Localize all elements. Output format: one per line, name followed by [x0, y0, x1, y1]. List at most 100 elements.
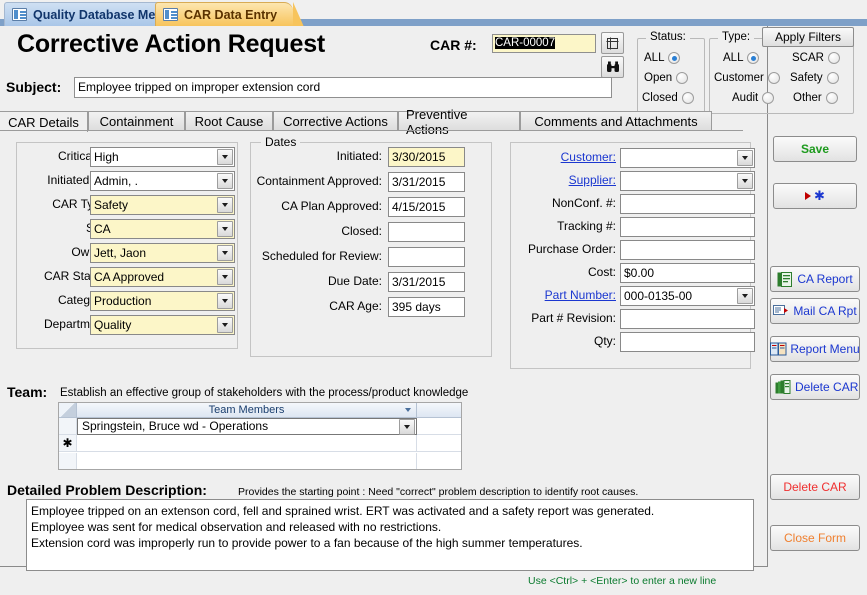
status-radio-open[interactable]: Open — [644, 72, 689, 84]
team-label: Team: — [7, 384, 48, 400]
tab-label: Root Cause — [194, 114, 264, 129]
report-menu-button[interactable]: Delete CAR — [770, 374, 860, 400]
category-combo[interactable]: Production — [90, 291, 235, 311]
type-radio-all[interactable]: ALL — [723, 52, 760, 64]
criticality-combo[interactable]: High — [90, 147, 235, 167]
type-radio-scar-label: SCAR — [792, 52, 824, 64]
ca-plan-approved-input[interactable]: 4/15/2015 — [388, 197, 465, 217]
team-members-column-header[interactable]: Team Members — [77, 403, 417, 417]
team-hint: Establish an effective group of stakehol… — [60, 387, 469, 399]
row-marker — [59, 452, 77, 469]
form-body: Corrective Action Request CAR #: CAR-000… — [0, 26, 867, 595]
table-row-new[interactable]: ✱ — [59, 435, 461, 452]
tracking-number-input[interactable] — [620, 217, 755, 237]
tab-comments-and-attachments[interactable]: Comments and Attachments — [520, 111, 712, 131]
team-member-combo[interactable]: Springstein, Bruce wd - Operations — [77, 417, 417, 435]
delete-car-button[interactable]: Delete CAR — [770, 474, 860, 500]
purchase-order-input[interactable] — [620, 240, 755, 260]
field-value: Admin, . — [94, 174, 139, 188]
supplier-link-label[interactable]: Supplier: — [540, 173, 616, 187]
closed-input[interactable] — [388, 222, 465, 242]
car-number-input[interactable]: CAR-00007 — [492, 34, 596, 53]
directory-button[interactable]: Report Menu — [770, 336, 860, 362]
initiated-input[interactable]: 3/30/2015 — [388, 147, 465, 167]
chevron-down-icon[interactable] — [217, 317, 233, 333]
containment-approved-input[interactable]: 3/31/2015 — [388, 172, 465, 192]
grid-select-all-corner[interactable] — [59, 403, 77, 417]
tab-label: CAR Details — [8, 114, 79, 130]
tab-root-cause[interactable]: Root Cause — [185, 111, 273, 131]
field-value: High — [94, 150, 119, 164]
doctab-car-data-entry[interactable]: CAR Data Entry — [155, 2, 305, 27]
part-revision-input[interactable] — [620, 309, 755, 329]
field-value: Jett, Jaon — [94, 246, 147, 260]
status-radio-all[interactable]: ALL — [644, 52, 681, 64]
save-button[interactable]: Save — [773, 136, 857, 162]
chevron-down-icon[interactable] — [737, 173, 753, 189]
part-number-link-label[interactable]: Part Number: — [520, 288, 616, 302]
chevron-down-icon[interactable] — [737, 150, 753, 166]
customer-combo[interactable] — [620, 148, 755, 168]
type-radio-other[interactable]: Other — [793, 92, 838, 104]
cost-input[interactable]: $0.00 — [620, 263, 755, 283]
status-radio-closed[interactable]: Closed — [642, 92, 694, 104]
site-combo[interactable]: CA — [90, 219, 235, 239]
chevron-down-icon[interactable] — [217, 221, 233, 237]
type-radio-scar[interactable]: SCAR — [792, 52, 840, 64]
field-label: Containment Approved: — [256, 174, 382, 188]
part-number-combo[interactable]: 000-0135-00 — [620, 286, 755, 306]
department-combo[interactable]: Quality — [90, 315, 235, 335]
chevron-down-icon[interactable] — [217, 173, 233, 189]
cell-value: Springstein, Bruce wd - Operations — [82, 418, 269, 433]
chevron-down-icon[interactable] — [217, 245, 233, 261]
apply-filters-button[interactable]: Apply Filters — [762, 27, 854, 47]
ca-report-button[interactable]: CA Report — [770, 266, 860, 292]
form-icon — [163, 8, 178, 21]
field-label: Part # Revision: — [531, 311, 616, 325]
subject-input[interactable]: Employee tripped on improper extension c… — [74, 77, 612, 98]
type-radio-audit[interactable]: Audit — [732, 92, 775, 104]
doctab-label: CAR Data Entry — [184, 7, 278, 22]
find-binoculars-icon — [606, 61, 619, 72]
tab-preventive-actions[interactable]: Preventive Actions — [398, 107, 520, 137]
type-radio-safety[interactable]: Safety — [790, 72, 839, 84]
chevron-down-icon[interactable] — [405, 408, 411, 412]
type-radio-customer[interactable]: Customer — [714, 72, 780, 84]
new-record-button[interactable]: ✱ — [773, 183, 857, 209]
radio-icon — [825, 92, 838, 104]
field-label: Cost: — [587, 265, 616, 279]
table-row[interactable]: Springstein, Bruce wd - Operations — [59, 417, 461, 435]
team-members-grid[interactable]: Team Members Springstein, Bruce wd - Ope… — [58, 402, 462, 470]
chevron-down-icon[interactable] — [399, 418, 415, 435]
chevron-down-icon[interactable] — [737, 288, 753, 304]
delete-car-button-label: Delete CAR — [783, 480, 847, 494]
tab-car-details[interactable]: CAR Details — [0, 111, 88, 132]
supplier-combo[interactable] — [620, 171, 755, 191]
nonconf-number-input[interactable] — [620, 194, 755, 214]
select-record-button[interactable] — [601, 32, 624, 54]
find-button[interactable] — [601, 56, 624, 78]
car-status-combo[interactable]: CA Approved — [90, 267, 235, 287]
report-icon — [777, 271, 793, 287]
tab-corrective-actions[interactable]: Corrective Actions — [273, 111, 398, 131]
tab-containment[interactable]: Containment — [88, 111, 185, 131]
field-value: 3/31/2015 — [392, 275, 446, 289]
due-date-input[interactable]: 3/31/2015 — [388, 272, 465, 292]
status-radio-all-label: ALL — [644, 52, 665, 64]
chevron-down-icon[interactable] — [217, 269, 233, 285]
qty-input[interactable] — [620, 332, 755, 352]
team-member-cell-empty[interactable] — [77, 435, 417, 451]
field-label: Purchase Order: — [527, 242, 616, 256]
close-form-button[interactable]: Close Form — [770, 525, 860, 551]
car-type-combo[interactable]: Safety — [90, 195, 235, 215]
description-line: Extension cord was improperly run to pro… — [31, 536, 583, 550]
chevron-down-icon[interactable] — [217, 197, 233, 213]
chevron-down-icon[interactable] — [217, 293, 233, 309]
mail-ca-rpt-button[interactable]: Mail CA Rpt — [770, 298, 860, 324]
owner-combo[interactable]: Jett, Jaon — [90, 243, 235, 263]
customer-link-label[interactable]: Customer: — [540, 150, 616, 164]
chevron-down-icon[interactable] — [217, 149, 233, 165]
scheduled-for-review-input[interactable] — [388, 247, 465, 267]
initiated-by-combo[interactable]: Admin, . — [90, 171, 235, 191]
description-textarea[interactable]: Employee tripped on an extenson cord, fe… — [26, 499, 754, 571]
